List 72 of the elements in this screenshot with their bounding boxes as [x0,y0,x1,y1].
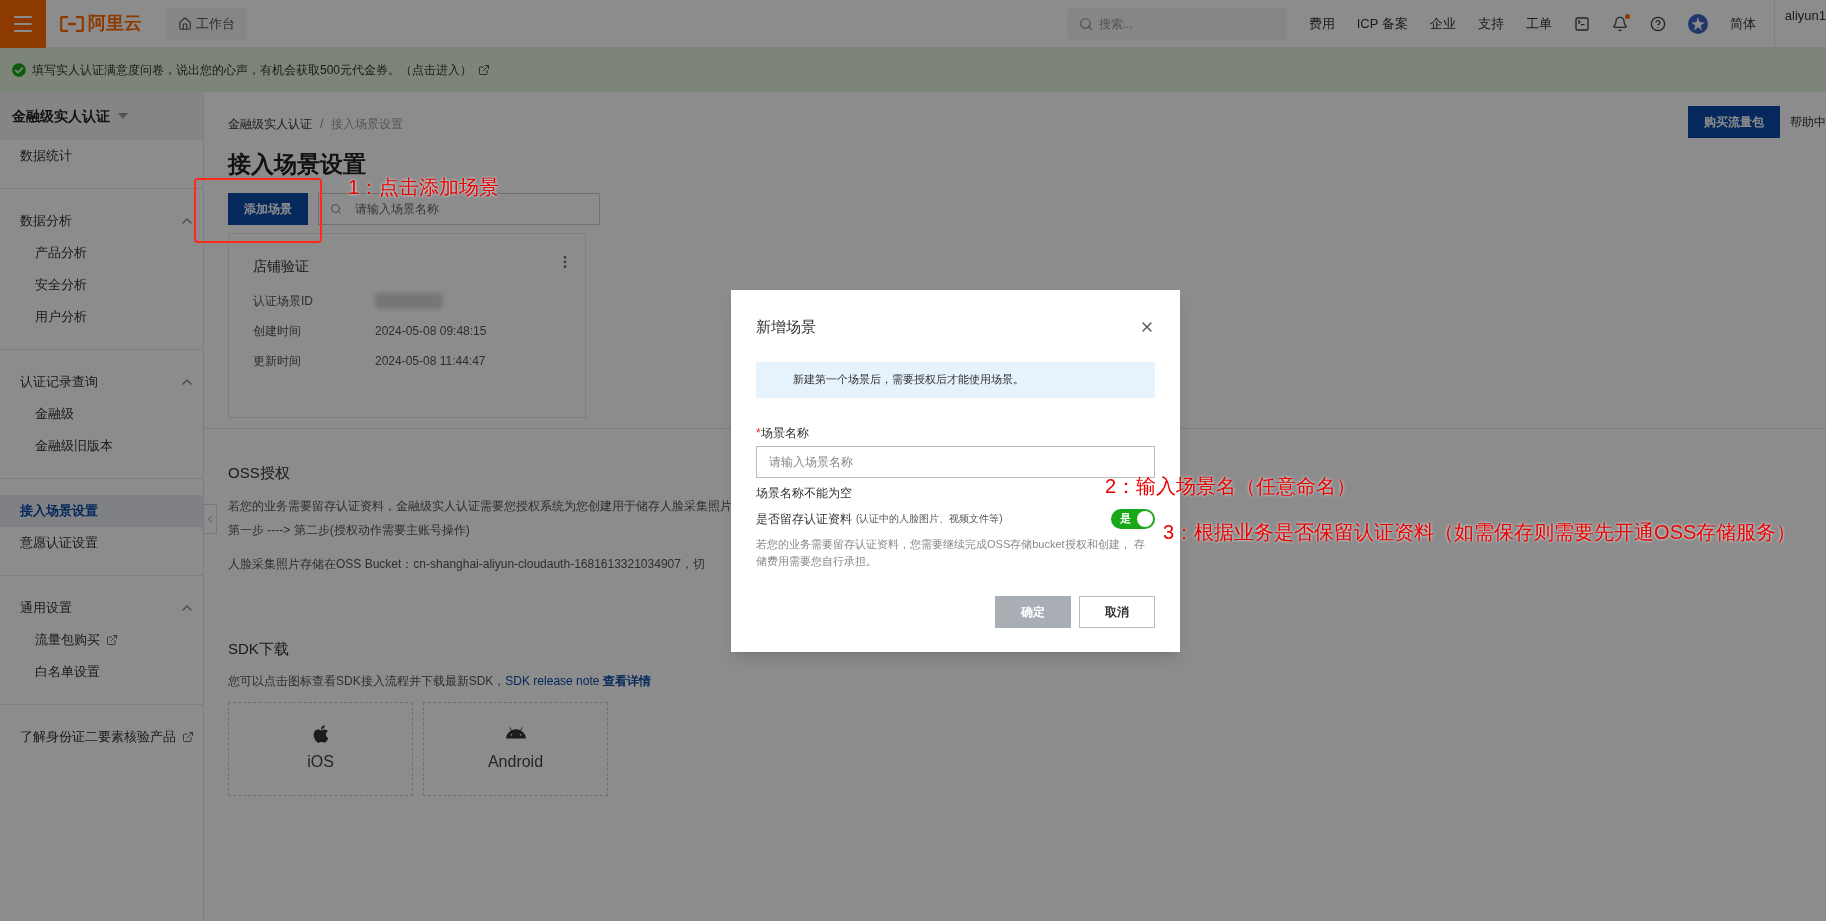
sidebar-item[interactable]: 接入场景设置 [0,495,203,527]
section-title: SDK下载 [228,638,289,659]
avatar-icon[interactable] [1687,13,1708,34]
nav-link[interactable]: ICP 备案 [1356,13,1408,34]
success-icon [12,63,26,77]
retain-data-toggle[interactable]: 是 [1111,508,1155,529]
sdk-download-card[interactable]: Android [423,702,608,796]
help-icon[interactable] [1649,15,1666,32]
breadcrumb-item[interactable]: 金融级实人认证 [228,115,312,133]
terminal-icon[interactable] [1573,15,1590,32]
oss-paragraph: 若您的业务需要留存认证资料，金融级实人认证需要您授权系统为您创建用于储存人脸采集照片 [228,497,732,515]
nav-link[interactable]: 工单 [1525,13,1552,34]
sidebar-item[interactable]: 金融级旧版本 [0,430,203,462]
scene-name: 店铺验证 [253,257,310,276]
field-label: 认证场景ID [253,292,314,310]
home-icon [178,16,192,31]
search-icon [330,203,342,215]
field-label: 更新时间 [253,352,302,370]
breadcrumb-separator: / [320,116,324,133]
field-label: *场景名称 [756,423,810,442]
sdk-description: 您可以点击图标查看SDK接入流程并下载最新SDK，SDK release note 查看详情 [228,673,651,690]
nav-link[interactable]: 费用 [1308,13,1335,34]
required-mark: * [756,424,761,442]
sidebar-item[interactable]: 金融级 [0,398,203,430]
add-scene-button[interactable]: 添加场景 [228,193,308,225]
sidebar-item[interactable]: 通用设置 [0,592,203,624]
error-message: 场景名称不能为空 [756,484,852,502]
notice-text[interactable]: 填写实人认证满意度问卷，说出您的心声，有机会获取500元代金券。（点击进入） [32,61,473,79]
search-icon [1078,16,1093,31]
workbench-button[interactable]: 工作台 [166,7,247,40]
buy-traffic-button[interactable]: 购买流量包 [1688,106,1780,138]
sidebar-item[interactable]: 用户分析 [0,301,203,333]
annotation-text: 3：根据业务是否保留认证资料（如需保存则需要先开通OSS存储服务） [1163,520,1798,544]
sidebar-item[interactable]: 白名单设置 [0,656,203,688]
user-name[interactable]: aliyun1 [1784,5,1826,25]
field-value: 2024-05-08 11:44:47 [375,352,486,370]
dialog-description: 若您的业务需要留存认证资料，您需要继续完成OSS存储bucket授权和创建， 存储费用需要您自行承担。 [756,536,1146,569]
scene-name-input[interactable]: 请输入场景名称 [756,445,1155,478]
sdk-download-card[interactable]: iOS [228,702,413,796]
sidebar-item[interactable]: 产品分析 [0,237,203,269]
sidebar-header[interactable]: 金融级实人认证 [0,92,203,140]
external-link-icon [478,64,491,76]
external-link-icon [106,634,118,646]
language-link[interactable]: 简体 [1729,13,1756,34]
page-title: 接入场景设置 [228,150,366,178]
nav-link[interactable]: 企业 [1429,13,1456,34]
info-box: 新建第一个场景后，需要授权后才能使用场景。 [756,361,1155,398]
menu-button[interactable] [0,0,46,48]
sidebar-item[interactable]: 流量包购买 [0,624,203,656]
section-title: OSS授权 [228,463,290,483]
field-label: 创建时间 [253,322,302,340]
field-value: 2024-05-08 09:48:15 [375,322,487,340]
sidebar-item[interactable]: 数据统计 [0,140,203,172]
external-link-icon [182,731,194,743]
oss-paragraph: 人脸采集照片存储在OSS Bucket：cn-shanghai-aliyun-cloudauth-1681613321034907，切 [228,555,705,573]
nav-link[interactable]: 支持 [1477,13,1504,34]
dialog-title: 新增场景 [756,317,816,337]
logo-icon [60,15,84,32]
help-link[interactable]: 帮助中 [1790,113,1826,131]
cancel-button[interactable]: 取消 [1079,595,1155,628]
sidebar-item[interactable]: 了解身份证二要素核验产品 [0,721,203,753]
sidebar-item[interactable]: 安全分析 [0,269,203,301]
bell-icon[interactable] [1611,15,1628,32]
toggle-hint: (认证中的人脸图片、视频文件等) [856,512,1003,526]
sidebar-item[interactable]: 认证记录查询 [0,366,203,398]
logo-text: 阿里云 [88,12,142,35]
oss-paragraph: 第一步 ----> 第二步(授权动作需要主账号操作) [228,521,470,539]
release-note-link[interactable]: SDK release note 查看详情 [505,674,651,688]
toggle-label: 是否留存认证资料 [756,510,852,528]
sidebar-item[interactable]: 意愿认证设置 [0,527,203,559]
dropdown-icon [118,113,128,119]
sidebar-item[interactable]: 数据分析 [0,205,203,237]
